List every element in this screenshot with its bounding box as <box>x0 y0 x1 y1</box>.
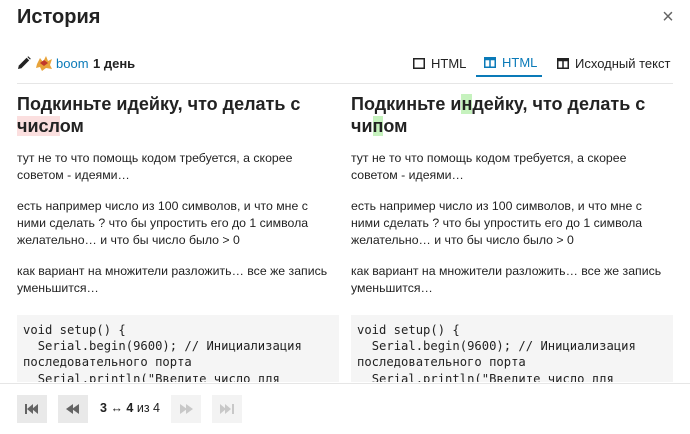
diff-column-current: Подкиньте индейку, что делать с чипом ту… <box>351 85 673 382</box>
post-title-current: Подкиньте индейку, что делать с чипом <box>351 93 673 137</box>
tab-label: Исходный текст <box>575 55 671 71</box>
last-revision-button[interactable] <box>212 395 242 423</box>
code-block: void setup() { Serial.begin(9600); // Ин… <box>351 315 673 382</box>
title-text: ом <box>383 116 408 136</box>
revision-age: 1 день <box>93 56 136 71</box>
diff-content[interactable]: Подкиньте идейку, что делать с числом ту… <box>0 85 690 382</box>
paragraph: есть например число из 100 символов, и ч… <box>17 199 309 247</box>
first-revision-button[interactable] <box>17 395 47 423</box>
next-revision-button[interactable] <box>171 395 201 423</box>
tab-label: HTML <box>431 55 467 71</box>
diff-column-previous: Подкиньте идейку, что делать с числом ту… <box>17 85 339 382</box>
title-text: дейку, что делать с <box>472 94 646 114</box>
arrows-icon: ↔ <box>110 401 123 415</box>
pencil-icon <box>18 56 31 69</box>
post-title-previous: Подкиньте идейку, что делать с числом <box>17 93 339 137</box>
title-text: ом <box>59 116 84 136</box>
fast-forward-icon <box>220 404 234 414</box>
fast-backward-icon <box>25 404 38 414</box>
revision-from: 3 <box>100 401 107 415</box>
inserted-text: н <box>461 94 473 114</box>
tab-side-by-side-html[interactable]: HTML <box>476 49 542 77</box>
forward-icon <box>180 404 193 414</box>
revision-to: 4 <box>126 401 134 415</box>
tabs-divider <box>17 83 673 84</box>
modal-title: История <box>17 6 101 28</box>
inserted-text: п <box>372 116 384 136</box>
tab-label: HTML <box>502 54 538 70</box>
columns-icon <box>557 57 569 69</box>
paragraph: как вариант на множители разложить… все … <box>351 264 662 295</box>
revision-total: из 4 <box>136 401 160 415</box>
modal-header: История × <box>0 0 690 36</box>
title-text: Подкиньте идейку, что делать с <box>17 94 301 114</box>
revision-meta: boom 1 день HTML HTML Исходный текст <box>0 36 690 83</box>
revision-navigation: 3 ↔ 4 из 4 <box>0 383 690 434</box>
tab-inline-html[interactable]: HTML <box>413 49 466 77</box>
paragraph: как вариант на множители разложить… все … <box>17 264 328 295</box>
title-text: Подкиньте и <box>351 94 462 114</box>
square-icon <box>413 57 425 69</box>
previous-revision-button[interactable] <box>58 395 88 423</box>
columns-icon <box>484 56 496 68</box>
title-text: чи <box>351 116 373 136</box>
username-link[interactable]: boom <box>56 56 89 71</box>
backward-icon <box>66 404 79 414</box>
close-button[interactable]: × <box>658 6 678 28</box>
tab-raw-source[interactable]: Исходный текст <box>557 49 670 77</box>
revision-indicator: 3 ↔ 4 из 4 <box>100 401 160 415</box>
avatar[interactable] <box>35 54 53 72</box>
code-block: void setup() { Serial.begin(9600); // Ин… <box>17 315 339 382</box>
paragraph: тут не то что помощь кодом требуется, а … <box>17 151 293 182</box>
deleted-text: числ <box>17 116 60 136</box>
close-icon: × <box>662 6 674 28</box>
paragraph: есть например число из 100 символов, и ч… <box>351 199 643 247</box>
paragraph: тут не то что помощь кодом требуется, а … <box>351 151 627 182</box>
